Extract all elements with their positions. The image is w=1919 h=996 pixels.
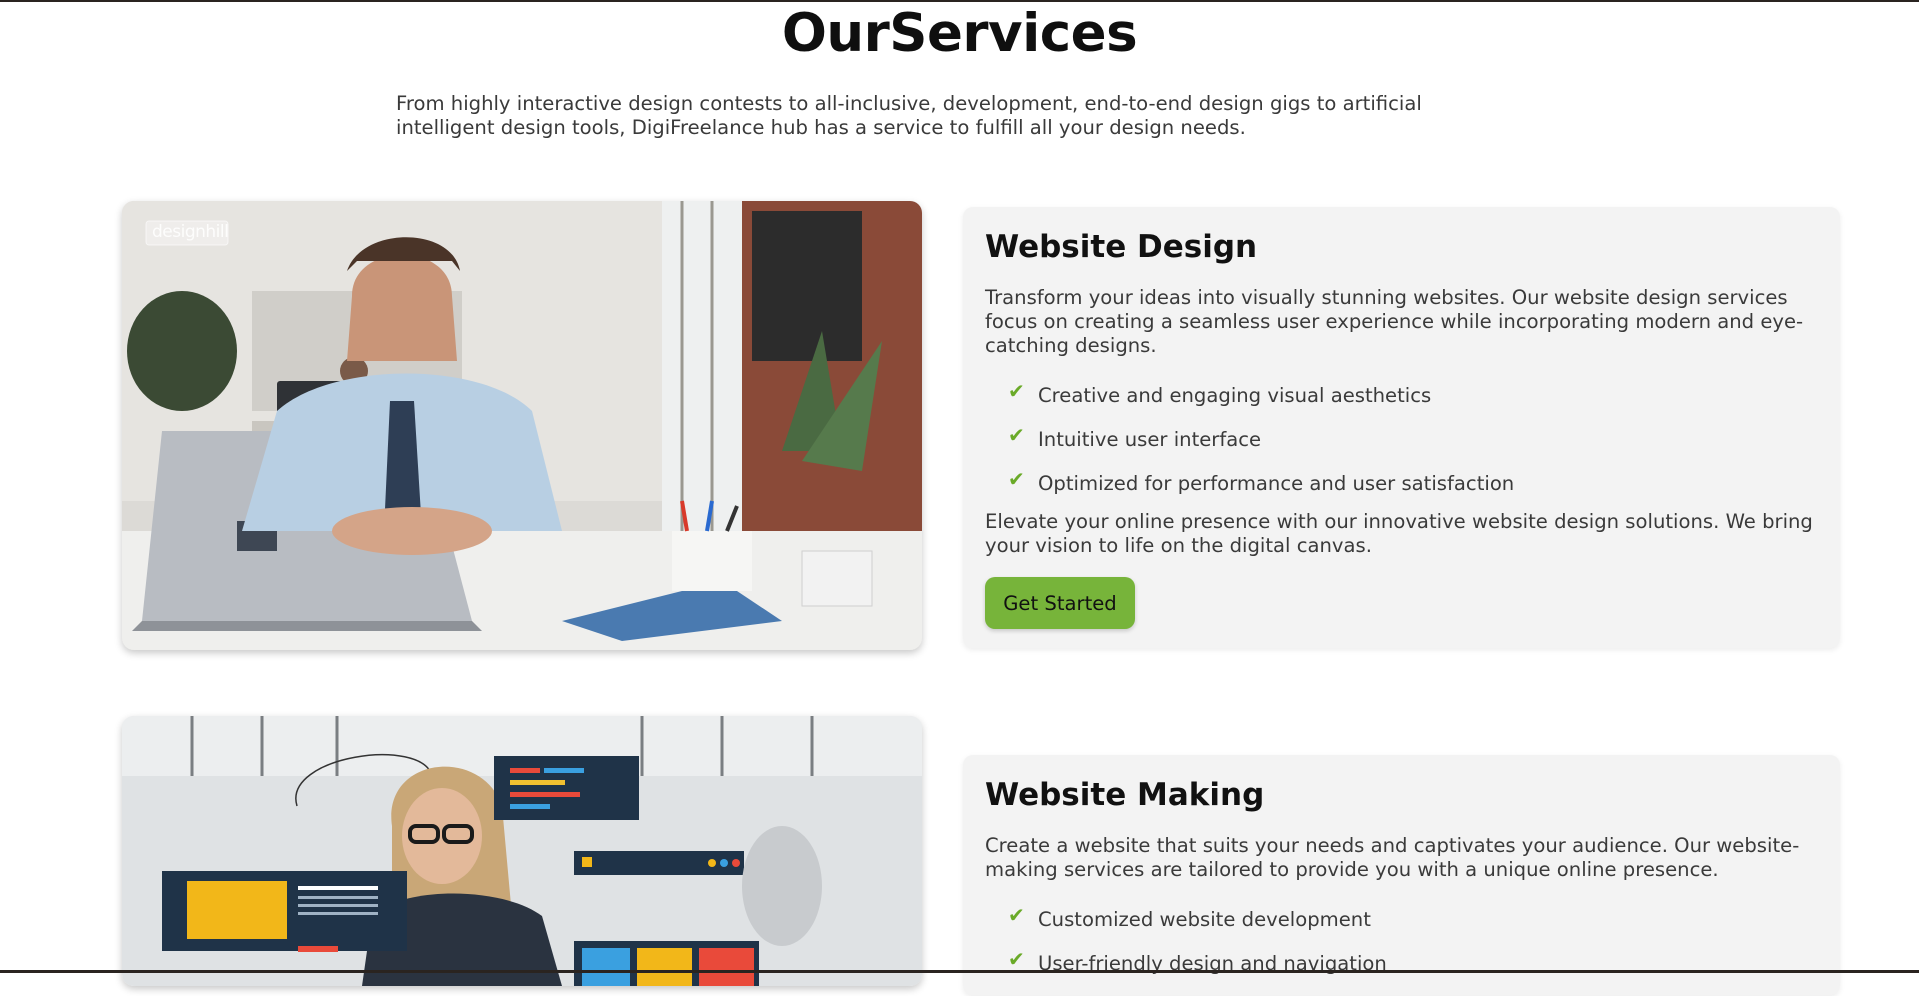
check-icon: ✔ (1008, 379, 1025, 403)
service-outro: Elevate your online presence with our in… (985, 510, 1813, 557)
image-watermark: designhill (152, 222, 229, 242)
check-icon: ✔ (1008, 903, 1025, 927)
service-card-website-making: Website Making Create a website that sui… (963, 755, 1840, 995)
service-title: Website Design (985, 229, 1258, 265)
service-title: Website Making (985, 777, 1265, 813)
list-item: ✔ Customized website development (1008, 903, 1387, 952)
feature-list: ✔ Creative and engaging visual aesthetics… (1008, 379, 1515, 516)
page-title: OurServices (781, 3, 1138, 64)
list-item: ✔ Creative and engaging visual aesthetics (1008, 379, 1514, 428)
feature-list: ✔ Customized website development ✔ User-fr… (1008, 903, 1387, 996)
check-icon: ✔ (1008, 947, 1025, 971)
service-description: Create a website that suits your needs a… (985, 834, 1800, 881)
get-started-button[interactable]: Get Started (985, 577, 1135, 629)
feature-label: Intuitive user interface (1038, 428, 1262, 451)
check-icon: ✔ (1008, 467, 1025, 491)
list-item: ✔ Intuitive user interface (1008, 423, 1514, 472)
service-description: Transform your ideas into visually stunn… (985, 286, 1804, 357)
service-image-website-design: designhill (122, 201, 922, 650)
feature-label: Creative and engaging visual aesthetics (1038, 384, 1432, 407)
feature-label: Customized website development (1038, 908, 1371, 931)
list-item: ✔ User-friendly design and navigation (1008, 947, 1387, 996)
feature-label: Optimized for performance and user satis… (1038, 472, 1515, 495)
check-icon: ✔ (1008, 423, 1025, 447)
service-image-website-making (122, 716, 922, 986)
service-card-website-design: Website Design Transform your ideas into… (963, 207, 1840, 648)
page-intro: From highly interactive design contests … (396, 92, 1422, 139)
